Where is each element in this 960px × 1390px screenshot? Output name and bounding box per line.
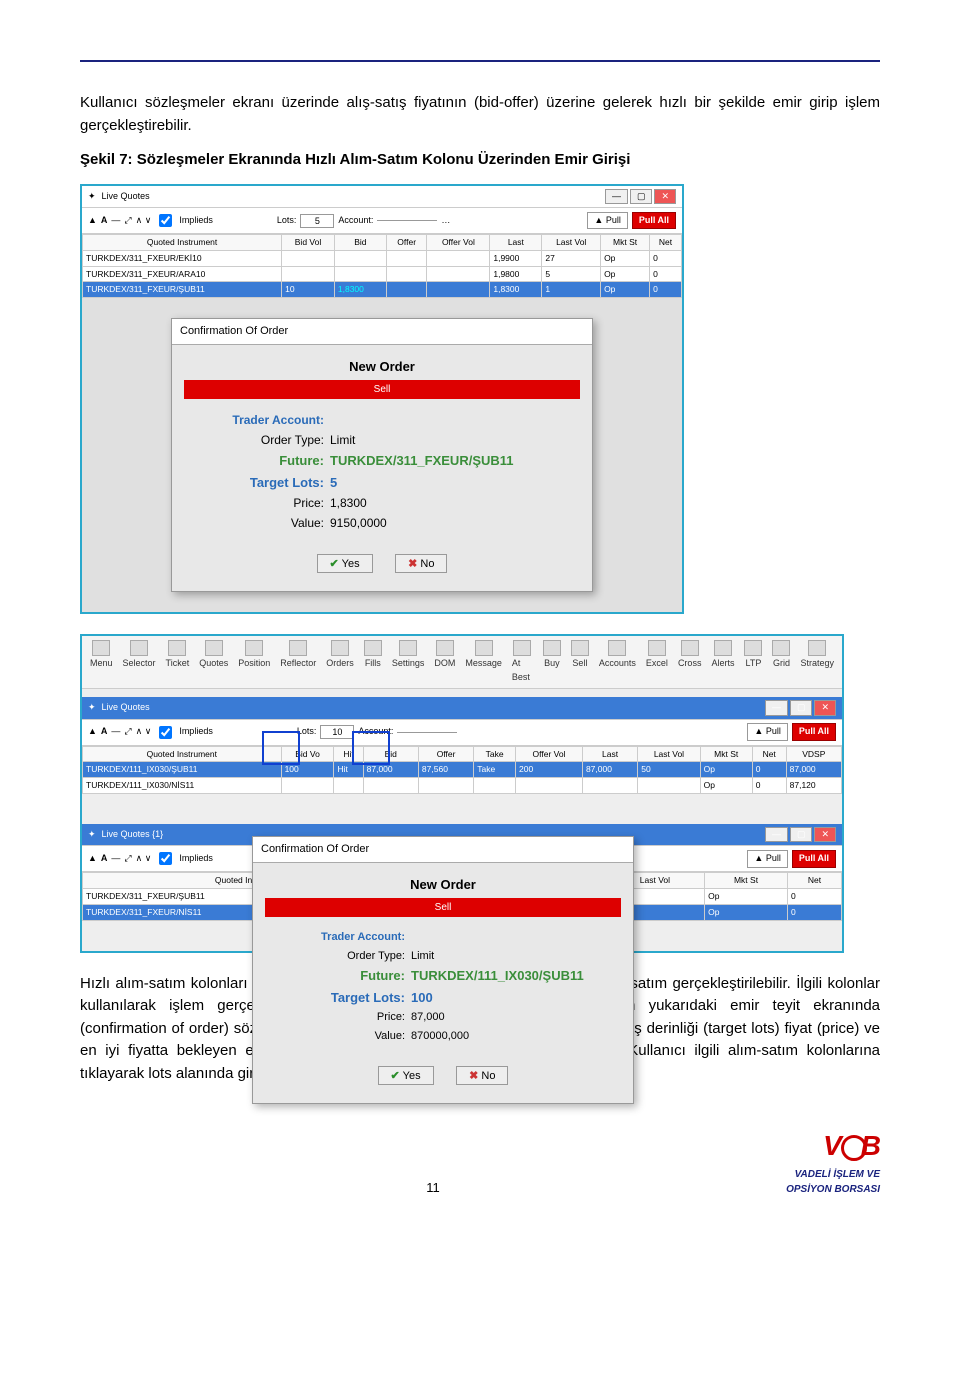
value-label: Value: xyxy=(204,514,330,532)
toolbar-quotes[interactable]: Quotes xyxy=(199,640,228,684)
new-order-heading-2: New Order xyxy=(265,871,621,899)
close-icon[interactable]: ✕ xyxy=(654,189,676,205)
no-button[interactable]: ✖ No xyxy=(395,554,447,573)
toolbar-sell[interactable]: Sell xyxy=(571,640,589,684)
minimize-icon[interactable]: — xyxy=(605,189,628,205)
figure-7-caption: Şekil 7: Sözleşmeler Ekranında Hızlı Alı… xyxy=(80,149,880,172)
toolbar-fills[interactable]: Fills xyxy=(364,640,382,684)
toolbar-dash-icon: — xyxy=(111,214,120,228)
toolbar-selector[interactable]: Selector xyxy=(123,640,156,684)
toolbar-ltp[interactable]: LTP xyxy=(744,640,762,684)
order-side-2: Sell xyxy=(265,898,621,917)
pull-button-2[interactable]: ▲ Pull xyxy=(747,723,787,741)
highlight-hit-column xyxy=(262,731,300,765)
price-label: Price: xyxy=(204,494,330,512)
confirmation-dialog-1: Confirmation Of Order New Order Sell Tra… xyxy=(171,318,593,592)
toolbar-a-icon[interactable]: ▲ xyxy=(88,214,97,228)
toolbar-settings[interactable]: Settings xyxy=(392,640,425,684)
dialog-title: Confirmation Of Order xyxy=(172,319,592,345)
toolbar-at best[interactable]: At Best xyxy=(512,640,533,684)
plus-icon: ✦ xyxy=(88,190,96,204)
future-value: TURKDEX/311_FXEUR/ŞUB11 xyxy=(330,451,514,471)
page-top-rule xyxy=(80,60,880,62)
main-toolbar: Menu Selector Ticket Quotes Position Reflecto… xyxy=(82,636,842,689)
highlight-take-column xyxy=(352,731,390,765)
implieds-label-2: Implieds xyxy=(179,725,213,739)
window-title-3: Live Quotes {1} xyxy=(102,828,164,842)
order-type-label: Order Type: xyxy=(204,431,330,449)
toolbar-strategy[interactable]: Strategy xyxy=(800,640,834,684)
yes-button-2[interactable]: ✔ Yes xyxy=(378,1066,434,1085)
order-side: Sell xyxy=(184,380,580,399)
trader-account-label: Trader Account: xyxy=(204,411,330,429)
plus-icon: ✦ xyxy=(88,701,96,715)
price-value: 1,8300 xyxy=(330,494,367,512)
pull-all-button[interactable]: Pull All xyxy=(632,212,676,230)
window-title: Live Quotes xyxy=(102,190,150,204)
confirmation-dialog-2: Confirmation Of Order New Order Sell Tra… xyxy=(252,836,634,1104)
quotes-table-1: Quoted InstrumentBid VolBidOfferOffer Vo… xyxy=(82,234,682,298)
target-lots-value: 5 xyxy=(330,473,337,493)
account-label: Account: xyxy=(338,214,373,228)
lots-label: Lots: xyxy=(277,214,297,228)
dialog-title-2: Confirmation Of Order xyxy=(253,837,633,863)
no-button-2[interactable]: ✖ No xyxy=(456,1066,508,1085)
toolbar-grid[interactable]: Grid xyxy=(772,640,790,684)
screenshot-live-quotes-2: Menu Selector Ticket Quotes Position Reflecto… xyxy=(80,634,844,953)
toolbar-expand-icon[interactable]: ⤢ xyxy=(124,214,131,228)
toolbar-position[interactable]: Position xyxy=(238,640,270,684)
value-value: 9150,0000 xyxy=(330,514,387,532)
quotes-table-2a: Quoted InstrumentBid VoHitBidOfferTakeOf… xyxy=(82,746,842,794)
target-lots-label: Target Lots: xyxy=(204,473,330,493)
implieds-checkbox[interactable] xyxy=(159,214,172,227)
implieds-checkbox-2[interactable] xyxy=(159,726,172,739)
toolbar-excel[interactable]: Excel xyxy=(646,640,668,684)
lots-input[interactable] xyxy=(300,214,334,228)
vob-logo: VB VADELİ İŞLEM VE OPSİYON BORSASI xyxy=(786,1125,880,1197)
maximize-icon[interactable]: ▢ xyxy=(790,700,813,716)
toolbar-buy[interactable]: Buy xyxy=(543,640,561,684)
pull-all-button-2[interactable]: Pull All xyxy=(792,723,836,741)
toolbar-dom[interactable]: DOM xyxy=(434,640,455,684)
toolbar-menu[interactable]: Menu xyxy=(90,640,113,684)
order-type-value: Limit xyxy=(330,431,355,449)
yes-button[interactable]: ✔ Yes xyxy=(317,554,373,573)
window-title-2: Live Quotes xyxy=(102,701,150,715)
toolbar-alerts[interactable]: Alerts xyxy=(711,640,734,684)
paragraph-1: Kullanıcı sözleşmeler ekranı üzerinde al… xyxy=(80,92,880,137)
future-label: Future: xyxy=(204,451,330,471)
implieds-label: Implieds xyxy=(179,214,213,228)
maximize-icon[interactable]: ▢ xyxy=(630,189,653,205)
page-number: 11 xyxy=(80,1178,786,1198)
lots-input-2[interactable] xyxy=(320,725,354,739)
toolbar-accounts[interactable]: Accounts xyxy=(599,640,636,684)
screenshot-live-quotes-1: ✦ Live Quotes — ▢ ✕ ▲ A — ⤢ ∧ ∨ Implieds… xyxy=(80,184,684,615)
new-order-heading: New Order xyxy=(184,353,580,381)
toolbar-reflector[interactable]: Reflector xyxy=(280,640,316,684)
pull-button[interactable]: ▲ Pull xyxy=(587,212,627,230)
toolbar-message[interactable]: Message xyxy=(465,640,502,684)
toolbar-ticket[interactable]: Ticket xyxy=(166,640,190,684)
toolbar-cross[interactable]: Cross xyxy=(678,640,702,684)
close-icon[interactable]: ✕ xyxy=(814,700,836,716)
toolbar-orders[interactable]: Orders xyxy=(326,640,354,684)
minimize-icon[interactable]: — xyxy=(765,700,788,716)
